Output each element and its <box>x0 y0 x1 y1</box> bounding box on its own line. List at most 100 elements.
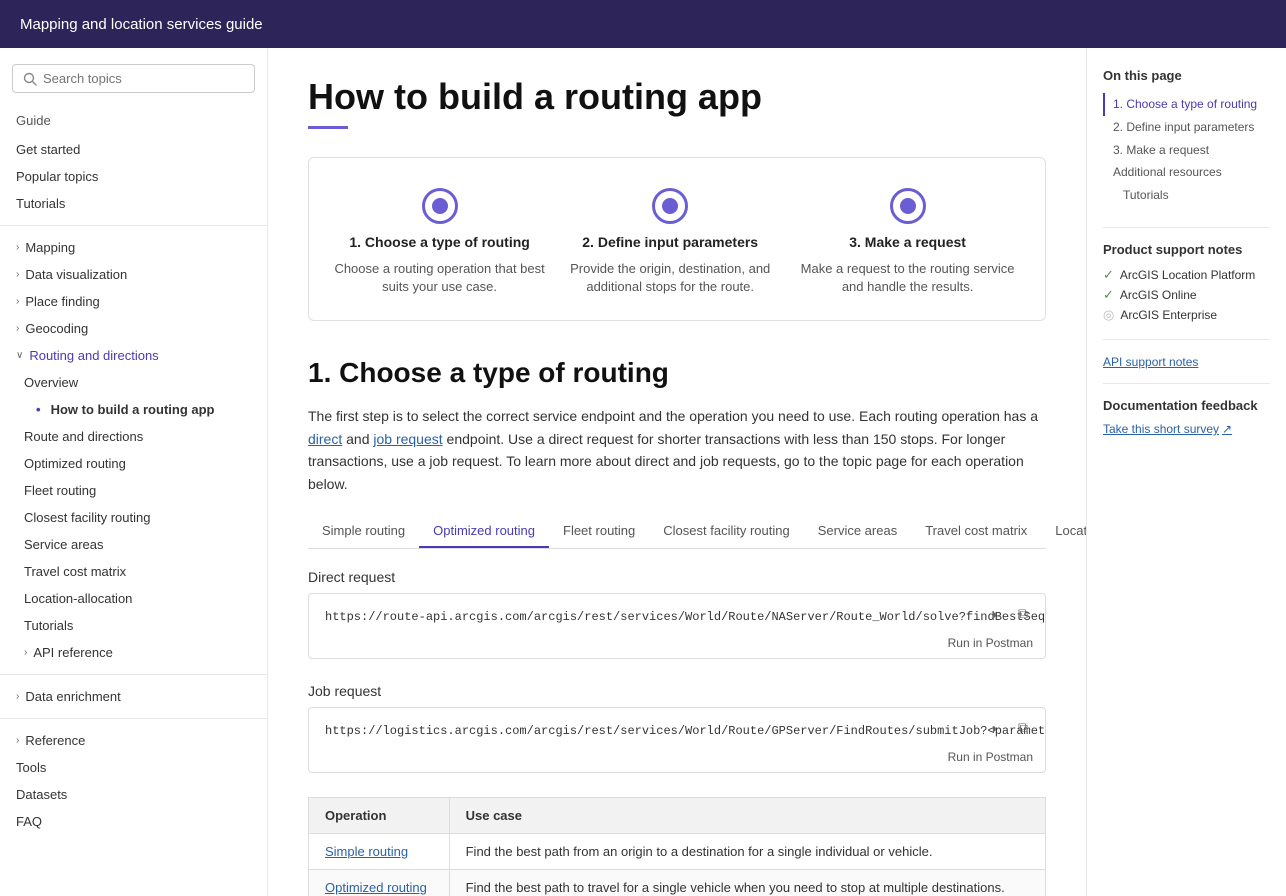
tab-closest-facility[interactable]: Closest facility routing <box>649 515 803 548</box>
sidebar-guide-label: Guide <box>0 109 267 136</box>
sidebar-item-label: Tutorials <box>24 618 73 633</box>
direct-request-label: Direct request <box>308 569 1046 585</box>
sidebar-item-datasets[interactable]: Datasets <box>0 781 267 808</box>
sidebar-item-service-areas[interactable]: Service areas <box>0 531 267 558</box>
tab-travel-cost-matrix[interactable]: Travel cost matrix <box>911 515 1041 548</box>
sidebar-item-get-started[interactable]: Get started <box>0 136 267 163</box>
sidebar-item-tutorials-sub[interactable]: Tutorials <box>0 612 267 639</box>
tab-fleet-routing[interactable]: Fleet routing <box>549 515 649 548</box>
sidebar-item-label: API reference <box>33 645 113 660</box>
api-support-link[interactable]: API support notes <box>1103 355 1198 369</box>
sidebar-item-label: Data enrichment <box>25 689 120 704</box>
step-3-desc: Make a request to the routing service an… <box>790 260 1025 296</box>
sidebar-item-location-allocation[interactable]: Location-allocation <box>0 585 267 612</box>
support-item-enterprise: ◎ ArcGIS Enterprise <box>1103 305 1270 325</box>
copy-btn-2[interactable]: ⧉ <box>1011 716 1035 740</box>
check-icon-platform: ✓ <box>1103 267 1114 283</box>
contrast-toggle-btn-2[interactable]: ◑ <box>981 716 1005 740</box>
sidebar-item-popular-topics[interactable]: Popular topics <box>0 163 267 190</box>
sidebar-item-place-finding[interactable]: › Place finding <box>0 288 267 315</box>
tab-location-allocation[interactable]: Location allocation <box>1041 515 1086 548</box>
sidebar-item-label: Routing and directions <box>29 348 158 363</box>
sidebar-item-label: Popular topics <box>16 169 98 184</box>
toc-item-3[interactable]: 3. Make a request <box>1103 139 1270 162</box>
feedback-link[interactable]: Take this short survey ↗ <box>1103 422 1232 436</box>
sidebar-item-label: Data visualization <box>25 267 127 282</box>
sidebar-item-routing[interactable]: ∨ Routing and directions <box>0 342 267 369</box>
search-input[interactable] <box>43 71 244 86</box>
tab-simple-routing[interactable]: Simple routing <box>308 515 419 548</box>
toc-item-5[interactable]: Tutorials <box>1103 184 1270 207</box>
sidebar-item-label: Optimized routing <box>24 456 126 471</box>
title-underline <box>308 126 348 129</box>
on-this-page-title: On this page <box>1103 68 1270 83</box>
sidebar-divider-3 <box>0 718 267 719</box>
contrast-toggle-btn[interactable]: ◑ <box>981 602 1005 626</box>
job-run-postman[interactable]: Run in Postman <box>309 746 1045 772</box>
external-link-icon: ↗ <box>1222 422 1232 436</box>
right-divider-1 <box>1103 227 1270 228</box>
sidebar-item-label: Reference <box>25 733 85 748</box>
direct-link[interactable]: direct <box>308 431 342 447</box>
chevron-down-icon: ∨ <box>16 350 23 361</box>
sidebar-item-travel-cost[interactable]: Travel cost matrix <box>0 558 267 585</box>
copy-btn[interactable]: ⧉ <box>1011 602 1035 626</box>
chevron-right-icon: › <box>16 691 19 702</box>
sidebar-item-label: Mapping <box>25 240 75 255</box>
sidebar-item-overview[interactable]: Overview <box>0 369 267 396</box>
chevron-right-icon: › <box>16 296 19 307</box>
section-1-text: The first step is to select the correct … <box>308 405 1046 495</box>
sidebar-item-data-visualization[interactable]: › Data visualization <box>0 261 267 288</box>
search-box[interactable] <box>12 64 255 93</box>
section-1-title: 1. Choose a type of routing <box>308 357 1046 389</box>
sidebar-item-tools[interactable]: Tools <box>0 754 267 781</box>
toc-item-2[interactable]: 2. Define input parameters <box>1103 116 1270 139</box>
app-title: Mapping and location services guide <box>20 16 263 33</box>
direct-run-postman[interactable]: Run in Postman <box>309 632 1045 658</box>
sidebar-item-faq[interactable]: FAQ <box>0 808 267 835</box>
chevron-right-icon: › <box>16 269 19 280</box>
job-request-block: ◑ ⧉ https://logistics.arcgis.com/arcgis/… <box>308 707 1046 773</box>
sidebar-item-tutorials[interactable]: Tutorials <box>0 190 267 217</box>
step-2: 2. Define input parameters Provide the o… <box>550 188 790 296</box>
sidebar-item-reference[interactable]: › Reference <box>0 727 267 754</box>
simple-routing-link[interactable]: Simple routing <box>325 844 408 859</box>
toc-item-4[interactable]: Additional resources <box>1103 161 1270 184</box>
tab-service-areas[interactable]: Service areas <box>804 515 911 548</box>
sidebar-item-label: Geocoding <box>25 321 88 336</box>
direct-request-url: https://route-api.arcgis.com/arcgis/rest… <box>309 594 1045 632</box>
table-row: Optimized routing Find the best path to … <box>309 869 1046 896</box>
table-cell-op-2: Optimized routing <box>309 869 450 896</box>
check-icon-online: ✓ <box>1103 287 1114 303</box>
sidebar-item-mapping[interactable]: › Mapping <box>0 234 267 261</box>
support-item-platform: ✓ ArcGIS Location Platform <box>1103 265 1270 285</box>
toc-item-1[interactable]: 1. Choose a type of routing <box>1103 93 1270 116</box>
sidebar-item-label: Travel cost matrix <box>24 564 126 579</box>
sidebar: Guide Get started Popular topics Tutoria… <box>0 48 268 896</box>
sidebar-item-geocoding[interactable]: › Geocoding <box>0 315 267 342</box>
partial-icon-enterprise: ◎ <box>1103 307 1114 323</box>
sidebar-item-data-enrichment[interactable]: › Data enrichment <box>0 683 267 710</box>
support-item-online: ✓ ArcGIS Online <box>1103 285 1270 305</box>
feedback-title: Documentation feedback <box>1103 398 1270 413</box>
sidebar-item-optimized-routing[interactable]: Optimized routing <box>0 450 267 477</box>
job-request-url: https://logistics.arcgis.com/arcgis/rest… <box>309 708 1045 746</box>
optimized-routing-link[interactable]: Optimized routing <box>325 880 427 895</box>
sidebar-item-closest-facility[interactable]: Closest facility routing <box>0 504 267 531</box>
direct-request-block: ◑ ⧉ https://route-api.arcgis.com/arcgis/… <box>308 593 1046 659</box>
job-request-section: Job request ◑ ⧉ https://logistics.arcgis… <box>308 683 1046 773</box>
sidebar-item-how-to-build[interactable]: How to build a routing app <box>0 396 267 423</box>
sidebar-item-label: Tools <box>16 760 46 775</box>
chevron-right-icon: › <box>24 647 27 658</box>
sidebar-item-route-directions[interactable]: Route and directions <box>0 423 267 450</box>
tab-optimized-routing[interactable]: Optimized routing <box>419 515 549 548</box>
step-2-title: 2. Define input parameters <box>582 234 758 250</box>
sidebar-item-api-reference[interactable]: › API reference <box>0 639 267 666</box>
sidebar-item-fleet-routing[interactable]: Fleet routing <box>0 477 267 504</box>
chevron-right-icon: › <box>16 242 19 253</box>
job-request-link[interactable]: job request <box>373 431 442 447</box>
sidebar-item-label: FAQ <box>16 814 42 829</box>
code-block-toolbar-2: ◑ ⧉ <box>981 716 1035 740</box>
step-1-circle <box>422 188 458 224</box>
sidebar-item-label: Overview <box>24 375 78 390</box>
